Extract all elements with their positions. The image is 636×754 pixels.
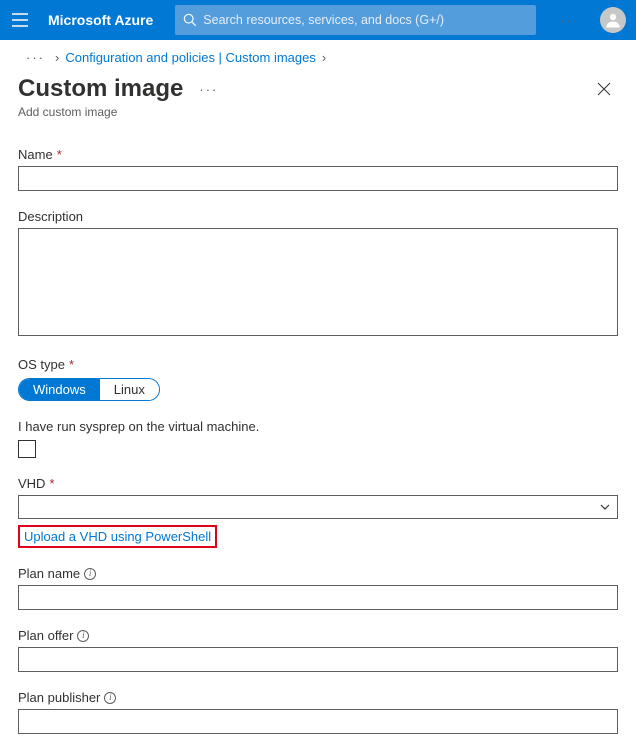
upload-vhd-link[interactable]: Upload a VHD using PowerShell [24,529,211,544]
search-icon [183,13,197,27]
hamburger-icon[interactable] [0,0,40,40]
plan-publisher-label: Plan publisher i [18,690,618,705]
header-ellipsis-icon[interactable]: ··· [552,0,588,40]
breadcrumb-ellipsis[interactable]: ··· [22,50,49,65]
avatar[interactable] [600,7,626,33]
plan-name-label: Plan name i [18,566,618,581]
vhd-label: VHD* [18,476,618,491]
plan-offer-field[interactable] [18,647,618,672]
description-field[interactable] [18,228,618,336]
info-icon[interactable]: i [77,630,89,642]
search-placeholder: Search resources, services, and docs (G+… [203,13,444,27]
ostype-windows-button[interactable]: Windows [19,379,100,400]
chevron-right-icon: › [55,50,59,65]
description-label: Description [18,209,618,224]
info-icon[interactable]: i [84,568,96,580]
plan-publisher-field[interactable] [18,709,618,734]
sysprep-label: I have run sysprep on the virtual machin… [18,419,618,434]
plan-name-field[interactable] [18,585,618,610]
person-icon [604,11,622,29]
top-bar: Microsoft Azure Search resources, servic… [0,0,636,40]
chevron-right-icon: › [322,50,326,65]
sysprep-checkbox[interactable] [18,440,36,458]
global-search-input[interactable]: Search resources, services, and docs (G+… [175,5,536,35]
ostype-label: OS type* [18,357,618,372]
ostype-linux-button[interactable]: Linux [100,379,159,400]
brand-label: Microsoft Azure [48,12,153,28]
page-title: Custom image [18,75,183,103]
title-ellipsis-icon[interactable]: ··· [195,82,222,97]
close-icon[interactable] [590,75,618,103]
upload-vhd-highlight: Upload a VHD using PowerShell [18,525,217,548]
breadcrumb-link-config[interactable]: Configuration and policies | Custom imag… [65,50,316,65]
title-bar: Custom image ··· [18,75,618,103]
name-label: Name* [18,147,618,162]
info-icon[interactable]: i [104,692,116,704]
vhd-select[interactable] [18,495,618,519]
name-field[interactable] [18,166,618,191]
chevron-down-icon [599,501,611,513]
ostype-toggle: Windows Linux [18,378,160,401]
page-subtitle: Add custom image [18,105,618,119]
breadcrumb: ··· › Configuration and policies | Custo… [0,40,636,71]
plan-offer-label: Plan offer i [18,628,618,643]
